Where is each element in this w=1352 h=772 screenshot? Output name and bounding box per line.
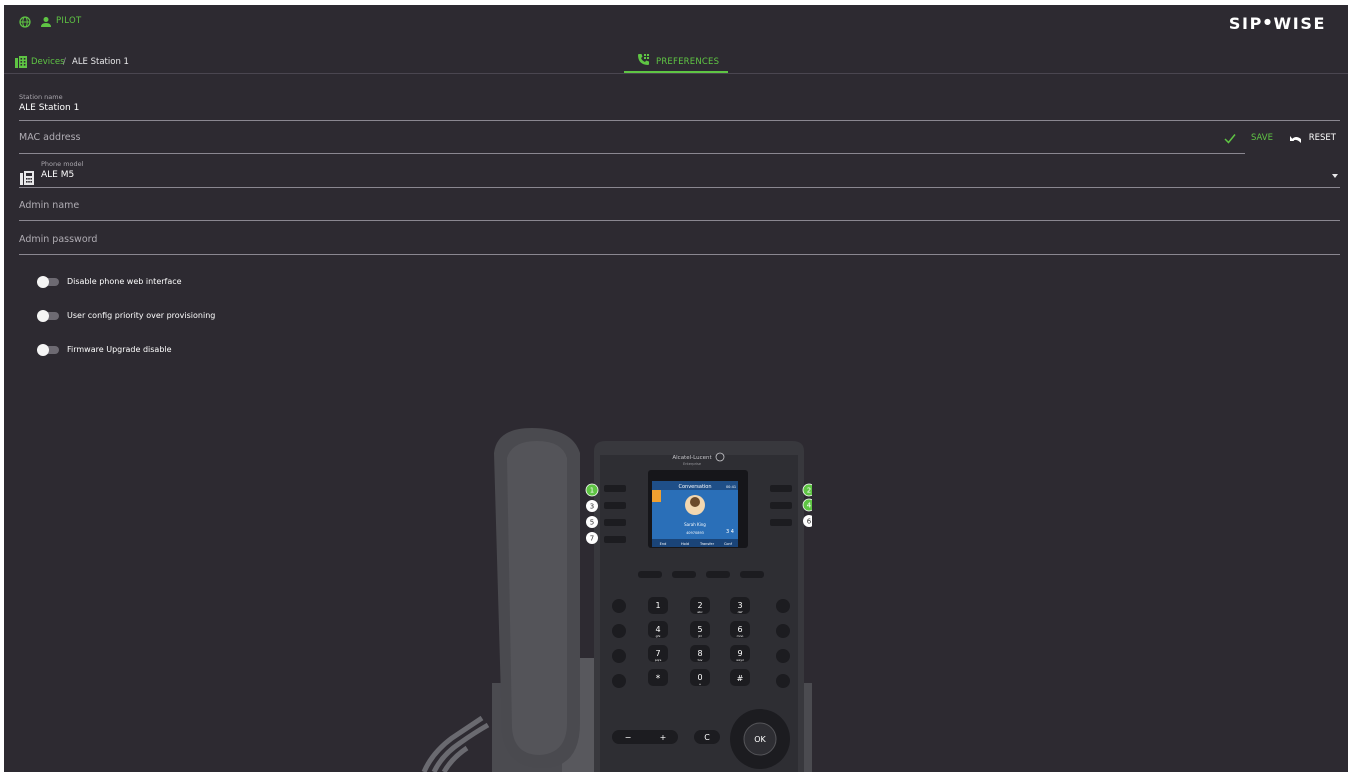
softkey-conf: Conf (724, 542, 733, 546)
clear-key: C (704, 733, 710, 742)
sub-bar: Devices / ALE Station 1 PREFERENCES (4, 49, 1348, 73)
undo-icon[interactable] (1289, 133, 1302, 144)
user-name[interactable]: PILOT (56, 16, 81, 26)
station-name-field[interactable]: Station name ALE Station 1 (19, 91, 1340, 121)
contact-number: 40970893 (686, 531, 704, 535)
softkey-hold: Hold (681, 542, 689, 546)
contact-name: Sarah King (684, 522, 706, 527)
volume-plus-key: + (660, 733, 667, 742)
phone-model-label: Phone model (41, 160, 84, 168)
sipwise-logo: SIP●WISE (1229, 14, 1326, 33)
softkey-transfer: Transfer (699, 542, 715, 546)
keypad-key: 6 (737, 625, 742, 634)
admin-password-field[interactable]: Admin password (19, 226, 1340, 255)
phone-model-value: ALE M5 (41, 170, 75, 180)
line-key-badge: 6 (807, 518, 812, 526)
app-window: PILOT SIP●WISE Devices / ALE Station 1 P… (4, 5, 1348, 772)
phone-settings-icon (638, 54, 649, 65)
line-key-badge: 4 (807, 502, 812, 510)
keypad-letters: abc (697, 610, 703, 614)
toggle-switch[interactable] (37, 344, 59, 356)
coiled-cord (421, 715, 490, 772)
top-bar: PILOT SIP●WISE (4, 5, 1348, 39)
page-indicator: 3 4 (726, 529, 734, 535)
toggle-switch[interactable] (37, 276, 59, 288)
user-icon (41, 17, 51, 27)
keypad-letters: pqrs (655, 658, 662, 662)
keypad-key: 5 (697, 625, 702, 634)
tab-preferences[interactable]: PREFERENCES (624, 49, 728, 73)
caret-down-icon[interactable] (1332, 174, 1338, 178)
admin-name-field[interactable]: Admin name (19, 192, 1340, 221)
breadcrumb-separator: / (63, 57, 66, 67)
keypad-key: 9 (737, 649, 742, 658)
keypad-key: 3 (737, 601, 742, 610)
breadcrumb-devices-link[interactable]: Devices (31, 57, 65, 67)
admin-name-placeholder: Admin name (19, 200, 80, 211)
keypad-key: 8 (697, 649, 702, 658)
check-icon[interactable] (1224, 133, 1236, 144)
screen-time: 00:41 (726, 485, 736, 489)
keypad-key: 7 (655, 649, 660, 658)
keypad-key: # (737, 674, 744, 683)
keypad-key: 2 (697, 601, 702, 610)
line-key-badge: 1 (590, 487, 594, 495)
keypad-letters: wxyz (736, 658, 744, 662)
save-button[interactable]: SAVE (1251, 133, 1273, 143)
phone-brand-sub: Enterprise (683, 462, 701, 466)
reset-button[interactable]: RESET (1309, 133, 1336, 143)
station-name-value[interactable]: ALE Station 1 (19, 103, 79, 113)
toggle-label: Disable phone web interface (67, 277, 182, 286)
tab-divider (4, 73, 1348, 74)
logo-dot: ● (1263, 17, 1273, 26)
keypad-key: 1 (655, 601, 660, 610)
softkey-end: End (660, 542, 667, 546)
mac-address-placeholder: MAC address (19, 132, 81, 143)
keypad-letters: jkl (697, 634, 702, 638)
keypad-letters: tuv (698, 658, 703, 662)
screen-title: Conversation (678, 484, 711, 490)
globe-icon[interactable] (19, 16, 31, 28)
line-key-badge: 7 (590, 535, 594, 543)
building-icon (15, 56, 27, 68)
line-key-badge: 3 (590, 503, 594, 511)
phone-image: Alcatel-Lucent Enterprise Conversation 0… (421, 428, 812, 772)
form-actions: SAVE RESET (1224, 132, 1336, 146)
keypad-letters: ghi (656, 634, 661, 638)
keypad-letters: mno (737, 634, 744, 638)
toggle-label: Firmware Upgrade disable (67, 345, 172, 354)
phone-model-icon (20, 171, 34, 185)
logo-text-left: SIP (1228, 14, 1263, 33)
toggle-switch[interactable] (37, 310, 59, 322)
volume-minus-key: − (625, 733, 632, 742)
mac-address-field[interactable]: MAC address (19, 125, 1245, 154)
phone-model-select[interactable]: Phone model ALE M5 (19, 158, 1340, 188)
line-key-badge: 2 (807, 487, 811, 495)
breadcrumb-current: ALE Station 1 (72, 57, 129, 67)
ok-key: OK (754, 735, 766, 744)
logo-text-right: WISE (1273, 14, 1326, 33)
station-name-label: Station name (19, 93, 63, 101)
phone-brand: Alcatel-Lucent (672, 455, 712, 461)
keypad-key: 0 (697, 673, 702, 682)
line-key-badge: 5 (590, 519, 594, 527)
keypad-key: 4 (655, 625, 660, 634)
admin-password-placeholder: Admin password (19, 234, 98, 245)
toggle-label: User config priority over provisioning (67, 311, 216, 320)
tab-preferences-label: PREFERENCES (656, 57, 720, 67)
mac-underline-ext (19, 153, 1340, 154)
keypad-key: * (656, 674, 661, 684)
